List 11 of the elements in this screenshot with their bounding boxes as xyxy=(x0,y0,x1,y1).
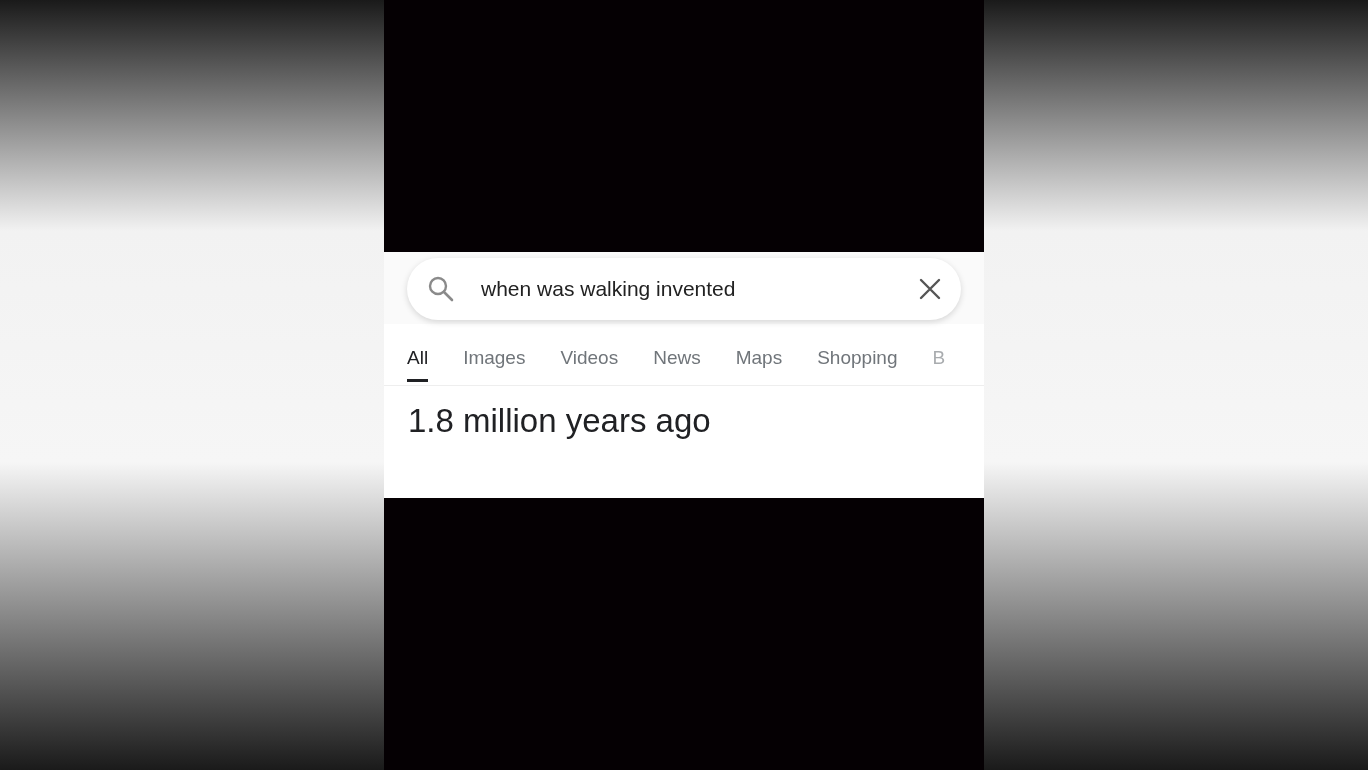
search-query: when was walking invented xyxy=(481,276,736,303)
tab[interactable]: Maps xyxy=(735,344,783,382)
tab[interactable]: News xyxy=(653,344,701,382)
answer-text: 1.8 million years ago xyxy=(407,401,712,441)
close-icon[interactable] xyxy=(919,278,941,300)
tab[interactable]: Videos xyxy=(560,344,619,382)
search-icon xyxy=(427,275,455,303)
tab[interactable]: Images xyxy=(463,344,526,382)
tab[interactable]: Shopping xyxy=(817,344,898,382)
tab[interactable]: All xyxy=(407,344,429,382)
search-field[interactable]: when was walking invented xyxy=(407,258,961,320)
